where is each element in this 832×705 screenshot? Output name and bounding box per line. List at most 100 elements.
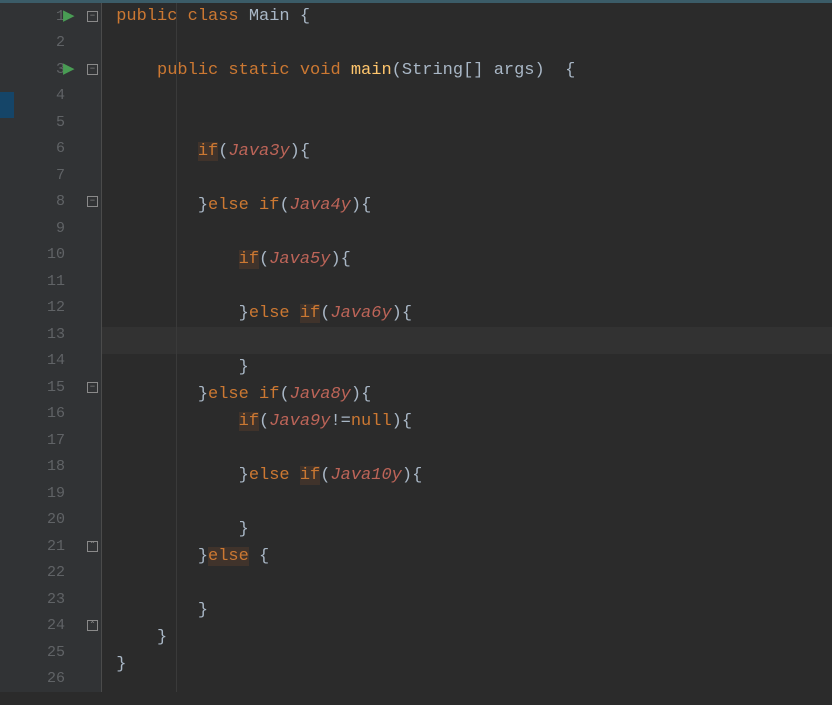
code-line[interactable]: }else { <box>102 543 832 570</box>
code-line[interactable]: public static void main(String[] args) { <box>102 57 832 84</box>
gutter-line[interactable]: 17 <box>14 427 101 454</box>
code-line[interactable]: } <box>102 651 832 678</box>
gutter-line[interactable]: 10 <box>14 242 101 269</box>
gutter-line[interactable]: 11 <box>14 268 101 295</box>
run-line-icon[interactable]: ▶ <box>63 9 75 24</box>
left-highlight-marker <box>0 92 14 118</box>
code-line[interactable]: }else if(Java6y){ <box>102 300 832 327</box>
code-line[interactable] <box>102 165 832 192</box>
gutter-line[interactable]: 7 <box>14 162 101 189</box>
gutter-line[interactable]: 4 <box>14 83 101 110</box>
code-token: ){ <box>351 196 371 215</box>
gutter-line[interactable]: 15 <box>14 374 101 401</box>
code-token: } <box>106 385 208 404</box>
line-number: 2 <box>56 34 65 51</box>
gutter-line[interactable]: 26 <box>14 666 101 693</box>
code-token <box>106 142 198 161</box>
line-number: 20 <box>47 511 65 528</box>
gutter-line[interactable]: 13 <box>14 321 101 348</box>
line-number: 22 <box>47 564 65 581</box>
gutter-line[interactable]: 3▶ <box>14 56 101 83</box>
code-line[interactable]: } <box>102 516 832 543</box>
line-number: 7 <box>56 167 65 184</box>
fold-toggle-icon[interactable] <box>87 196 98 207</box>
gutter-line[interactable]: 12 <box>14 295 101 322</box>
gutter-line[interactable]: 16 <box>14 401 101 428</box>
code-token: } <box>106 520 249 539</box>
code-token: } <box>106 547 208 566</box>
code-token <box>106 61 157 80</box>
line-number: 8 <box>56 193 65 210</box>
code-token <box>106 7 116 26</box>
code-line[interactable]: } <box>102 624 832 651</box>
editor-gutter[interactable]: 1▶ 2 3▶ 4 5 6 7 8 9101112 13 14151617 18 19 20 21 22 23 2… <box>14 3 102 692</box>
fold-toggle-icon[interactable] <box>87 11 98 22</box>
gutter-line[interactable]: 6 <box>14 136 101 163</box>
code-line[interactable] <box>102 30 832 57</box>
code-line[interactable]: }else if(Java10y){ <box>102 462 832 489</box>
gutter-line[interactable]: 25 <box>14 639 101 666</box>
code-token: else <box>208 547 249 566</box>
code-line[interactable] <box>102 435 832 462</box>
code-line[interactable] <box>102 489 832 516</box>
code-token: ( <box>320 304 330 323</box>
code-area[interactable]: public class Main { public static void m… <box>102 3 832 692</box>
run-line-icon[interactable]: ▶ <box>63 62 75 77</box>
code-line[interactable] <box>102 219 832 246</box>
gutter-line[interactable]: 23 <box>14 586 101 613</box>
code-token: main <box>351 61 392 80</box>
code-token: } <box>106 196 208 215</box>
code-line[interactable]: }else if(Java8y){ <box>102 381 832 408</box>
line-number: 23 <box>47 591 65 608</box>
code-token: Java9y <box>269 412 330 431</box>
code-token: null <box>351 412 392 431</box>
line-number: 18 <box>47 458 65 475</box>
code-token: { <box>300 7 310 26</box>
code-line[interactable] <box>102 570 832 597</box>
code-token: ){ <box>392 304 412 323</box>
gutter-line[interactable]: 5 <box>14 109 101 136</box>
code-token: ){ <box>351 385 371 404</box>
gutter-line[interactable]: 18 <box>14 454 101 481</box>
gutter-line[interactable]: 8 <box>14 189 101 216</box>
fold-toggle-icon[interactable] <box>87 64 98 75</box>
code-token: Java10y <box>330 466 401 485</box>
fold-toggle-icon[interactable] <box>87 382 98 393</box>
code-line[interactable] <box>102 327 832 354</box>
fold-toggle-icon[interactable] <box>87 541 98 552</box>
gutter-line[interactable]: 24 <box>14 613 101 640</box>
code-line[interactable]: if(Java5y){ <box>102 246 832 273</box>
code-line[interactable] <box>102 111 832 138</box>
code-token: ( <box>279 196 289 215</box>
code-line[interactable]: } <box>102 597 832 624</box>
gutter-line[interactable]: 22 <box>14 560 101 587</box>
code-line[interactable]: }else if(Java4y){ <box>102 192 832 219</box>
code-line[interactable] <box>102 273 832 300</box>
line-number: 13 <box>47 326 65 343</box>
line-number: 6 <box>56 140 65 157</box>
code-token: } <box>106 601 208 620</box>
line-number: 4 <box>56 87 65 104</box>
code-token: Java8y <box>290 385 351 404</box>
code-token: if <box>300 304 320 323</box>
code-line[interactable] <box>102 84 832 111</box>
gutter-line[interactable]: 20 <box>14 507 101 534</box>
code-line[interactable]: public class Main { <box>102 3 832 30</box>
line-number: 26 <box>47 670 65 687</box>
line-number: 5 <box>56 114 65 131</box>
gutter-line[interactable]: 19 <box>14 480 101 507</box>
code-line[interactable]: } <box>102 354 832 381</box>
gutter-line[interactable]: 14 <box>14 348 101 375</box>
code-token: } <box>106 466 249 485</box>
code-line[interactable]: if(Java9y!=null){ <box>102 408 832 435</box>
gutter-line[interactable]: 21 <box>14 533 101 560</box>
code-line[interactable]: if(Java3y){ <box>102 138 832 165</box>
code-token: ( <box>218 142 228 161</box>
code-token: { <box>249 547 269 566</box>
gutter-line[interactable]: 2 <box>14 30 101 57</box>
code-token: if <box>239 412 259 431</box>
code-token: else <box>249 304 300 323</box>
gutter-line[interactable]: 1▶ <box>14 3 101 30</box>
gutter-line[interactable]: 9 <box>14 215 101 242</box>
fold-toggle-icon[interactable] <box>87 620 98 631</box>
